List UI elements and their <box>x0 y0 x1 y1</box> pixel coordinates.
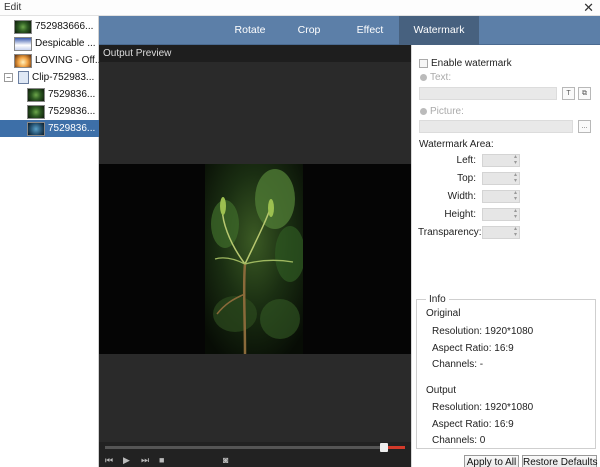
plant-image <box>205 164 303 354</box>
tree-item[interactable]: Despicable ... <box>0 35 99 52</box>
top-spinner[interactable] <box>482 172 520 185</box>
width-label: Width: <box>447 191 476 202</box>
video-thumbnail-icon <box>27 121 45 136</box>
tree-item-label: 7529836... <box>48 106 96 117</box>
seek-bar[interactable] <box>105 443 405 452</box>
output-resolution: Resolution: 1920*1080 <box>432 402 534 413</box>
original-resolution: Resolution: 1920*1080 <box>432 326 534 337</box>
collapse-icon[interactable]: − <box>4 73 13 82</box>
tree-item[interactable]: 7529836... <box>0 86 99 103</box>
original-channels: Channels: - <box>432 359 484 370</box>
transparency-label: Transparency: <box>418 227 482 238</box>
tree-item-label: 7529836... <box>48 89 96 100</box>
play-icon[interactable]: ▶ <box>123 455 130 466</box>
tree-item-selected[interactable]: 7529836... <box>0 120 99 137</box>
text-radio[interactable] <box>420 74 427 81</box>
stop-icon[interactable]: ■ <box>159 455 164 465</box>
apply-to-all-button[interactable]: Apply to All <box>464 455 519 467</box>
video-area <box>99 164 411 354</box>
top-label: Top: <box>457 173 476 184</box>
tree-group-clip[interactable]: − Clip-752983... <box>0 69 99 86</box>
tree-item-label: Despicable ... <box>35 38 96 49</box>
seek-handle[interactable] <box>380 443 388 452</box>
preview-title: Output Preview <box>99 45 411 62</box>
watermark-area-heading: Watermark Area: <box>412 137 494 152</box>
video-thumbnail-icon <box>14 19 32 34</box>
player-controls: ⏮ ▶ ⏭ ■ ◙ <box>99 455 411 467</box>
enable-watermark-label: Enable watermark <box>431 58 512 69</box>
tree-item[interactable]: LOVING - Off... <box>0 52 99 69</box>
left-spinner[interactable] <box>482 154 520 167</box>
picture-option-row[interactable]: Picture: <box>412 104 464 119</box>
color-icon[interactable]: ⧉ <box>578 87 591 100</box>
height-spinner[interactable] <box>482 208 520 221</box>
clip-icon <box>18 71 29 84</box>
picture-radio[interactable] <box>420 108 427 115</box>
window-title: Edit <box>4 2 22 13</box>
close-icon[interactable]: ✕ <box>583 0 594 16</box>
original-aspect-ratio: Aspect Ratio: 16:9 <box>432 343 514 354</box>
info-legend: Info <box>426 294 449 305</box>
video-thumbnail-icon <box>27 104 45 119</box>
left-label: Left: <box>456 155 476 166</box>
file-tree: 752983666... Despicable ... LOVING - Off… <box>0 16 99 467</box>
text-label: Text: <box>430 72 452 83</box>
text-input[interactable] <box>419 87 557 100</box>
tab-rotate[interactable]: Rotate <box>221 16 279 45</box>
skip-forward-icon[interactable]: ⏭ <box>141 455 149 466</box>
output-heading: Output <box>426 385 457 396</box>
enable-watermark-checkbox[interactable] <box>419 59 428 68</box>
watermark-area-label: Watermark Area: <box>419 139 494 150</box>
height-label: Height: <box>444 209 476 220</box>
title-bar: Edit ✕ <box>0 0 600 16</box>
video-frame <box>205 164 303 354</box>
restore-defaults-button[interactable]: Restore Defaults <box>522 455 597 467</box>
tree-item-label: LOVING - Off... <box>35 55 99 66</box>
edit-tabs: Rotate Crop Effect Watermark <box>99 16 600 45</box>
transparency-spinner[interactable] <box>482 226 520 239</box>
snapshot-icon[interactable]: ◙ <box>223 455 228 465</box>
skip-back-icon[interactable]: ⏮ <box>105 455 113 466</box>
text-option-row[interactable]: Text: <box>412 70 451 85</box>
tab-watermark[interactable]: Watermark <box>399 16 479 45</box>
browse-button[interactable]: ... <box>578 120 591 133</box>
original-heading: Original <box>426 308 461 319</box>
tree-item[interactable]: 752983666... <box>0 18 99 35</box>
picture-path-input[interactable] <box>419 120 573 133</box>
tree-item-label: Clip-752983... <box>32 72 95 83</box>
output-preview: Output Preview ⏮ ▶ ⏭ ■ ◙ <box>99 45 411 467</box>
tree-item-label: 752983666... <box>35 21 94 32</box>
picture-label: Picture: <box>430 106 464 117</box>
tab-crop[interactable]: Crop <box>283 16 335 45</box>
video-thumbnail-icon <box>14 36 32 51</box>
video-thumbnail-icon <box>27 87 45 102</box>
video-thumbnail-icon <box>14 53 32 68</box>
preview-screen <box>99 62 411 442</box>
output-channels: Channels: 0 <box>432 435 486 446</box>
tree-item-label: 7529836... <box>48 123 96 134</box>
watermark-panel: Enable watermark Text: T ⧉ Picture: ... … <box>411 45 600 467</box>
enable-watermark-row[interactable]: Enable watermark <box>412 56 512 71</box>
output-aspect-ratio: Aspect Ratio: 16:9 <box>432 419 514 430</box>
tree-item[interactable]: 7529836... <box>0 103 99 120</box>
tab-effect[interactable]: Effect <box>339 16 401 45</box>
font-icon[interactable]: T <box>562 87 575 100</box>
width-spinner[interactable] <box>482 190 520 203</box>
